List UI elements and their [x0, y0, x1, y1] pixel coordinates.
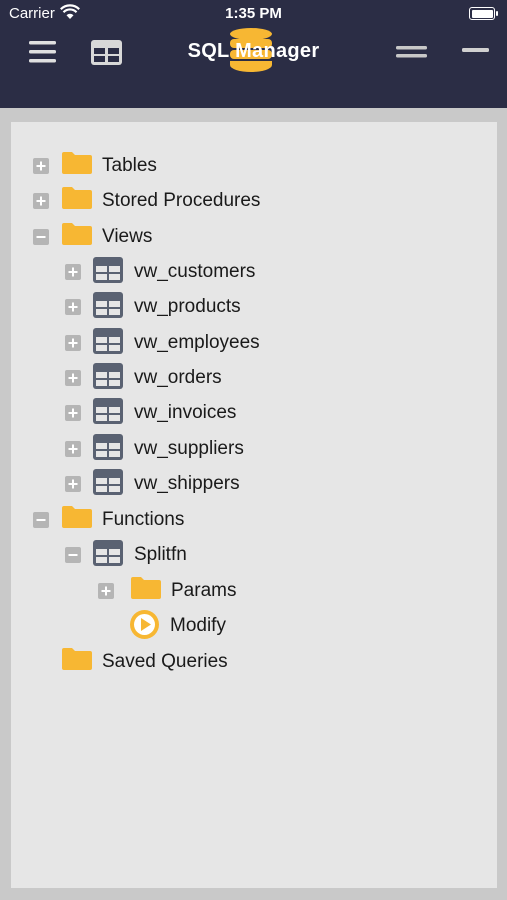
tree-label: vw_invoices	[134, 402, 237, 423]
tree-label: vw_customers	[134, 261, 256, 282]
expand-plus-icon[interactable]	[65, 476, 81, 492]
table-icon	[93, 398, 123, 424]
tree-label: vw_shippers	[134, 473, 240, 494]
table-icon	[93, 469, 123, 495]
tree-label: Splitfn	[134, 544, 187, 565]
expand-plus-icon[interactable]	[65, 335, 81, 351]
tree-label: Stored Procedures	[102, 190, 261, 211]
table-icon	[93, 328, 123, 354]
tree-label: vw_suppliers	[134, 438, 244, 459]
equal-icon[interactable]	[396, 45, 427, 59]
collapse-minus-icon[interactable]	[33, 229, 49, 245]
tree-label: Params	[171, 580, 237, 601]
table-icon	[93, 363, 123, 389]
tree-panel: Tables Stored Procedures Views vw_custom…	[11, 122, 497, 888]
status-bar: Carrier 1:35 PM	[0, 0, 507, 28]
folder-icon	[62, 506, 92, 528]
minus-icon[interactable]	[462, 47, 489, 55]
expand-plus-icon[interactable]	[65, 264, 81, 280]
expand-plus-icon[interactable]	[33, 158, 49, 174]
tree-label: Tables	[102, 155, 157, 176]
tree-label: Functions	[102, 509, 185, 530]
battery-icon	[469, 7, 498, 20]
folder-icon	[62, 187, 92, 209]
table-icon	[93, 540, 123, 566]
tree-label: Modify	[170, 615, 226, 636]
app-header: Carrier 1:35 PM SQL Manager	[0, 0, 507, 108]
expand-plus-icon[interactable]	[65, 405, 81, 421]
expand-plus-icon[interactable]	[98, 583, 114, 599]
folder-icon	[62, 648, 92, 670]
folder-icon	[131, 577, 161, 599]
expand-plus-icon[interactable]	[65, 299, 81, 315]
table-icon	[93, 434, 123, 460]
expand-plus-icon[interactable]	[33, 193, 49, 209]
folder-icon	[62, 152, 92, 174]
tree-label: vw_products	[134, 296, 241, 317]
table-icon	[93, 257, 123, 283]
tree-label: Saved Queries	[102, 651, 228, 672]
app-title: SQL Manager	[187, 40, 320, 62]
tree-label: Views	[102, 226, 153, 247]
clock: 1:35 PM	[225, 5, 282, 22]
table-icon	[93, 292, 123, 318]
tree-label: vw_employees	[134, 332, 260, 353]
play-icon	[130, 610, 159, 639]
collapse-minus-icon[interactable]	[33, 512, 49, 528]
expand-plus-icon[interactable]	[65, 370, 81, 386]
tree-label: vw_orders	[134, 367, 222, 388]
collapse-minus-icon[interactable]	[65, 547, 81, 563]
expand-plus-icon[interactable]	[65, 441, 81, 457]
folder-icon	[62, 223, 92, 245]
